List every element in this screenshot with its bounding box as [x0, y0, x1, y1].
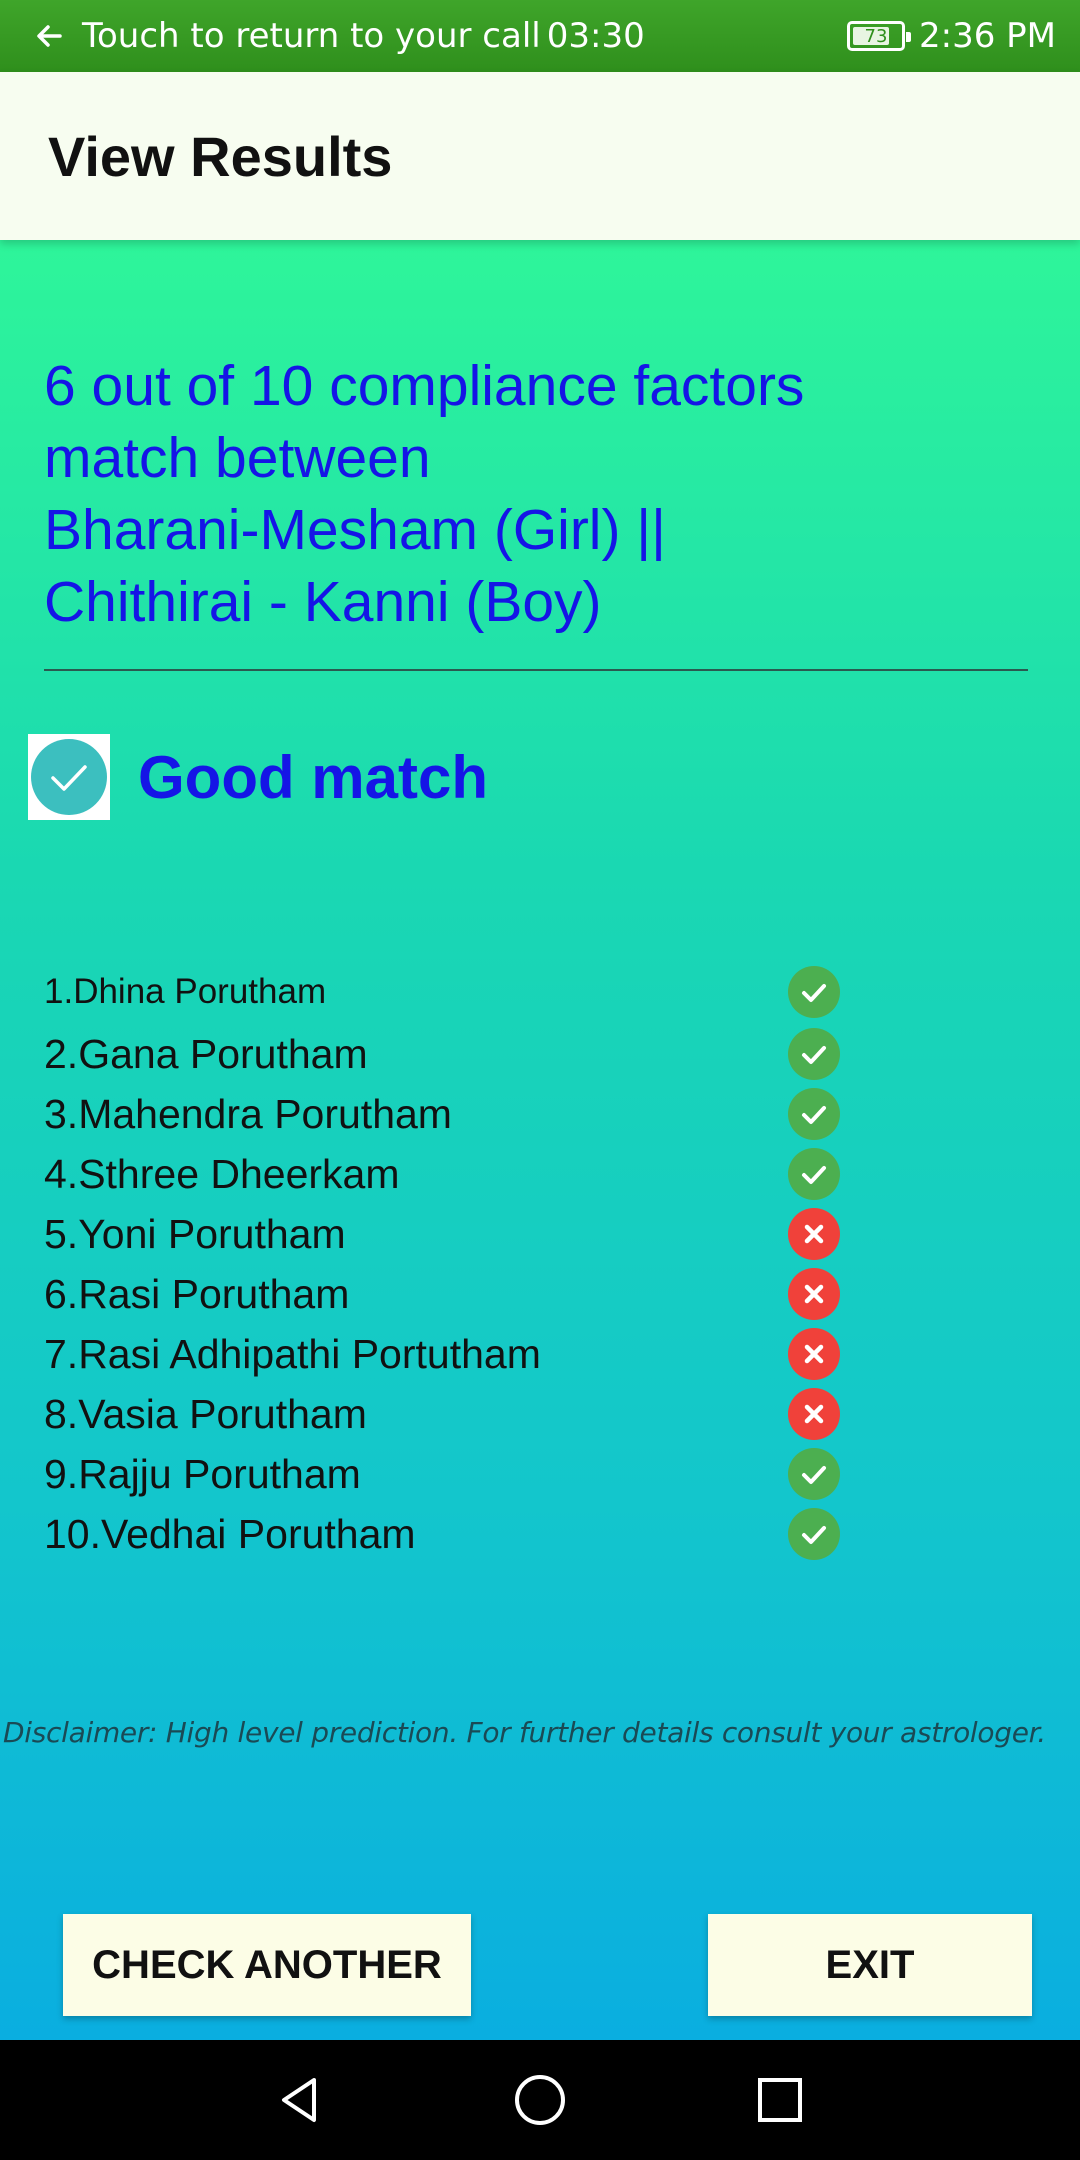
return-to-call-text[interactable]: Touch to return to your call: [82, 16, 541, 56]
factor-label: 3.Mahendra Porutham: [44, 1090, 452, 1137]
mismatch-cross-icon: [788, 1328, 840, 1380]
match-check-icon: [788, 1088, 840, 1140]
factor-label: 4.Sthree Dheerkam: [44, 1150, 400, 1197]
factor-label: 5.Yoni Porutham: [44, 1210, 346, 1257]
factor-label: 2.Gana Porutham: [44, 1030, 368, 1077]
match-check-icon: [788, 1448, 840, 1500]
mismatch-cross-icon: [788, 1268, 840, 1320]
factor-row: 6.Rasi Porutham: [44, 1264, 1044, 1324]
factor-row: 7.Rasi Adhipathi Portutham: [44, 1324, 1044, 1384]
mismatch-cross-icon: [788, 1208, 840, 1260]
factor-row: 5.Yoni Porutham: [44, 1204, 1044, 1264]
factor-label: 7.Rasi Adhipathi Portutham: [44, 1330, 541, 1377]
disclaimer: Disclaimer: High level prediction. For f…: [3, 1716, 1046, 1749]
mismatch-cross-icon: [788, 1388, 840, 1440]
factor-label: 6.Rasi Porutham: [44, 1270, 350, 1317]
factor-row: 3.Mahendra Porutham: [44, 1084, 1044, 1144]
battery-level: 73: [864, 25, 888, 47]
factor-label: 9.Rajju Porutham: [44, 1450, 361, 1497]
summary-line: Chithirai - Kanni (Boy): [44, 570, 602, 634]
status-bar[interactable]: Touch to return to your call 03:30 73 2:…: [0, 0, 1080, 72]
factor-row: 1.Dhina Porutham: [44, 960, 1044, 1024]
summary-line: Bharani-Mesham (Girl) ||: [44, 498, 666, 562]
factor-row: 4.Sthree Dheerkam: [44, 1144, 1044, 1204]
factor-label: 8.Vasia Porutham: [44, 1390, 367, 1437]
summary-line: match between: [44, 426, 431, 490]
nav-home-icon[interactable]: [510, 2070, 570, 2130]
factor-label: 10.Vedhai Porutham: [44, 1510, 416, 1557]
summary-line: 6 out of 10 compliance factors: [44, 354, 805, 418]
nav-back-icon[interactable]: [270, 2070, 330, 2130]
divider: [44, 669, 1028, 671]
match-check-icon: [788, 966, 840, 1018]
good-match-check-icon: [28, 734, 110, 820]
nav-recents-icon[interactable]: [750, 2070, 810, 2130]
match-check-icon: [788, 1028, 840, 1080]
factor-label: 1.Dhina Porutham: [44, 972, 327, 1011]
factor-row: 8.Vasia Porutham: [44, 1384, 1044, 1444]
factor-row: 9.Rajju Porutham: [44, 1444, 1044, 1504]
navigation-bar: [0, 2040, 1080, 2160]
factor-row: 10.Vedhai Porutham: [44, 1504, 1044, 1564]
app-bar: View Results: [0, 72, 1080, 240]
verdict-label: Good match: [138, 743, 489, 811]
check-another-button[interactable]: CHECK ANOTHER: [63, 1914, 471, 2016]
exit-button[interactable]: EXIT: [708, 1914, 1032, 2016]
call-timer: 03:30: [546, 16, 645, 56]
clock: 2:36 PM: [919, 16, 1056, 56]
verdict: Good match: [28, 734, 488, 820]
back-arrow-icon[interactable]: [26, 13, 72, 59]
factor-row: 2.Gana Porutham: [44, 1024, 1044, 1084]
results-panel: 6 out of 10 compliance factors match bet…: [0, 240, 1080, 2040]
match-check-icon: [788, 1508, 840, 1560]
page-title: View Results: [48, 124, 393, 188]
factor-list: 1.Dhina Porutham 2.Gana Porutham 3.Mahendr…: [44, 960, 1044, 1564]
match-check-icon: [788, 1148, 840, 1200]
match-summary: 6 out of 10 compliance factors match bet…: [44, 350, 1024, 638]
battery-icon: 73: [847, 21, 911, 51]
